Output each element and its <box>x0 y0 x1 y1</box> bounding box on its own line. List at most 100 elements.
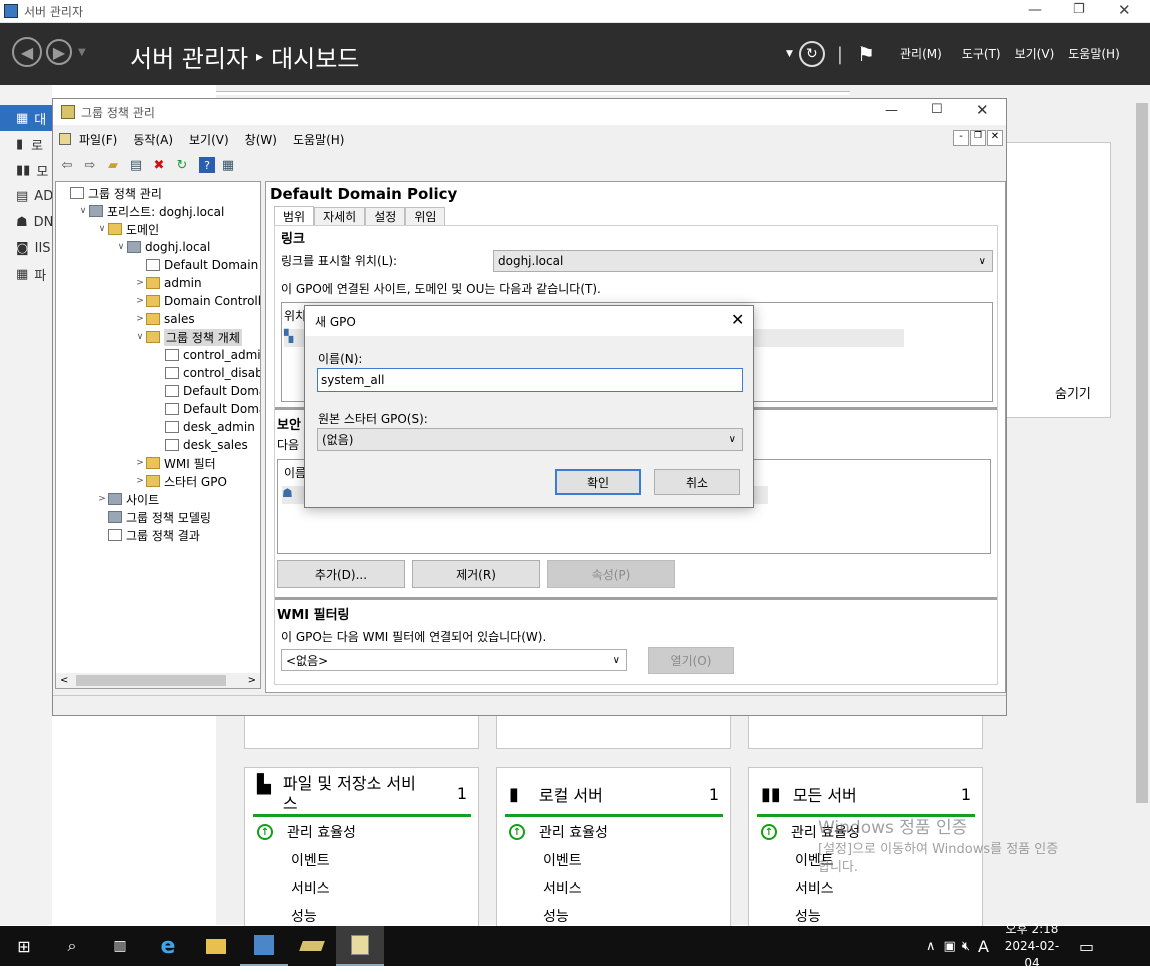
forward-icon[interactable]: ⇨ <box>80 155 100 175</box>
menu-help[interactable]: 도움말(H) <box>1068 45 1120 62</box>
expand-down-icon[interactable]: ∨ <box>77 206 89 216</box>
tile-row-services[interactable]: 서비스 <box>761 874 860 902</box>
tree-node[interactable]: > admin <box>134 274 201 292</box>
back-arrow-icon[interactable]: ◀ <box>12 37 42 67</box>
restore-icon[interactable]: ❐ <box>1073 2 1085 17</box>
tile-row-events[interactable]: 이벤트 <box>257 846 356 874</box>
tree-node[interactable]: Default Domain <box>153 400 260 418</box>
menu-tools[interactable]: 도구(T) <box>962 45 1001 62</box>
notification-flag-icon[interactable]: ⚑ <box>857 42 875 66</box>
menu-view[interactable]: 보기(V) <box>1015 45 1055 62</box>
sidebar-item-dashboard[interactable]: ▦ 대 <box>0 105 52 131</box>
clock[interactable]: 오후 2:18 2024-02-04 <box>999 921 1065 972</box>
tile-row-services[interactable]: 서비스 <box>509 874 608 902</box>
tree-node[interactable]: > Domain Controllers <box>134 292 260 310</box>
task-view-icon[interactable]: ▥ <box>96 926 144 966</box>
tree-node[interactable]: > WMI 필터 <box>134 454 215 472</box>
dashboard-scrollbar[interactable] <box>1134 85 1150 925</box>
history-dropdown-icon[interactable]: ▼ <box>78 47 86 58</box>
tree-node[interactable]: > 스타터 GPO <box>134 472 227 490</box>
tile-row-manageability[interactable]: ↑ 관리 효율성 <box>257 818 356 846</box>
tile-row-events[interactable]: 이벤트 <box>509 846 608 874</box>
tile-row-services[interactable]: 서비스 <box>257 874 356 902</box>
links-column-header[interactable]: 위치 <box>284 307 306 324</box>
maximize-icon[interactable]: ☐ <box>931 102 943 117</box>
cancel-button[interactable]: 취소 <box>654 469 740 495</box>
tree-node[interactable]: ∨ doghj.local <box>115 238 211 256</box>
breadcrumb-app[interactable]: 서버 관리자 <box>130 39 248 74</box>
tree-node[interactable]: control_disable_ <box>153 364 260 382</box>
menu-window[interactable]: 창(W) <box>237 131 285 148</box>
sidebar-item-all-servers[interactable]: ▮▮ 모 <box>0 157 52 183</box>
properties-button[interactable]: 속성(P) <box>547 560 675 588</box>
tree-node[interactable]: > 사이트 <box>96 490 159 508</box>
expand-right-icon[interactable]: > <box>134 278 146 288</box>
wmi-filter-select[interactable]: <없음> ∨ <box>281 649 627 671</box>
show-hide-tree-icon[interactable]: ▤ <box>126 155 146 175</box>
security-column-header[interactable]: 이름 <box>284 464 306 481</box>
starter-gpo-select[interactable]: (없음) ∨ <box>317 428 743 451</box>
tree-node[interactable]: desk_sales <box>153 436 248 454</box>
close-icon[interactable]: ✕ <box>976 101 989 119</box>
scroll-thumb[interactable] <box>1136 103 1148 803</box>
tree-node[interactable]: ∨ 그룹 정책 개체 <box>134 328 242 346</box>
internet-explorer-icon[interactable]: e <box>144 926 192 966</box>
expand-down-icon[interactable]: ∨ <box>96 224 108 234</box>
sidebar-item-local-server[interactable]: ▮ 로 <box>0 131 52 157</box>
scroll-left-icon[interactable]: < <box>60 675 68 686</box>
expand-down-icon[interactable]: ∨ <box>134 332 146 342</box>
menu-manage[interactable]: 관리(M) <box>900 45 942 62</box>
forward-arrow-icon[interactable]: ▶ <box>46 39 72 65</box>
sidebar-item-file[interactable]: ▦ 파 <box>0 261 52 287</box>
tree-hscrollbar[interactable]: < > <box>56 673 260 688</box>
expand-right-icon[interactable]: > <box>134 458 146 468</box>
remove-button[interactable]: 제거(R) <box>412 560 540 588</box>
tile-row-manageability[interactable]: ↑ 관리 효율성 <box>509 818 608 846</box>
up-folder-icon[interactable]: ▰ <box>103 155 123 175</box>
file-explorer-icon[interactable] <box>192 926 240 966</box>
action-center-icon[interactable]: ▭ <box>1079 937 1094 956</box>
search-icon[interactable]: ⌕ <box>48 926 96 966</box>
mdi-minimize-icon[interactable]: - <box>953 130 969 146</box>
mdi-close-icon[interactable]: ✕ <box>987 130 1003 146</box>
minimize-icon[interactable]: — <box>1028 2 1042 18</box>
tree-node[interactable]: Default Domain <box>153 382 260 400</box>
tree-node[interactable]: ∨ 도메인 <box>96 220 159 238</box>
expand-right-icon[interactable]: > <box>134 476 146 486</box>
tab-details[interactable]: 자세히 <box>314 207 366 225</box>
network-icon[interactable]: ▣ <box>944 939 956 954</box>
tree-node[interactable]: ∨ 포리스트: doghj.local <box>77 202 225 220</box>
volume-muted-icon[interactable]: 🔇︎ <box>962 939 970 954</box>
sidebar-item-iis[interactable]: ◙ IIS <box>0 235 52 261</box>
menu-view[interactable]: 보기(V) <box>181 131 237 148</box>
expand-right-icon[interactable]: > <box>134 314 146 324</box>
refresh-dropdown-icon[interactable]: ▼ <box>786 49 793 59</box>
refresh-icon[interactable]: ↻ <box>798 41 825 67</box>
minimize-icon[interactable]: — <box>885 103 898 118</box>
close-icon[interactable]: ✕ <box>731 310 744 329</box>
tree-node[interactable]: 그룹 정책 결과 <box>96 526 200 544</box>
server-manager-taskbar-icon[interactable] <box>240 926 288 966</box>
help-icon[interactable]: ? <box>199 157 215 173</box>
tab-delegation[interactable]: 위임 <box>405 207 446 225</box>
tree-node[interactable]: Default Domain Po <box>134 256 260 274</box>
sidebar-item-ad[interactable]: ▤ AD <box>0 183 53 209</box>
gpo-name-input[interactable] <box>317 368 743 392</box>
tree-node[interactable]: 그룹 정책 모델링 <box>96 508 211 526</box>
scroll-right-icon[interactable]: > <box>248 675 256 686</box>
gpmc-taskbar-icon[interactable] <box>336 926 384 966</box>
menu-action[interactable]: 동작(A) <box>125 131 181 148</box>
tree-node[interactable]: desk_admin <box>153 418 255 436</box>
properties-icon[interactable]: ▦ <box>218 155 238 175</box>
menu-file[interactable]: 파일(F) <box>71 131 125 148</box>
mmc-doc-icon[interactable] <box>59 133 71 145</box>
hide-link[interactable]: 숨기기 <box>1055 383 1091 402</box>
sidebar-item-dns[interactable]: ☗ DN <box>0 209 53 235</box>
close-icon[interactable]: ✕ <box>1118 1 1131 19</box>
ad-tools-taskbar-icon[interactable] <box>288 926 336 966</box>
tab-settings[interactable]: 설정 <box>365 207 406 225</box>
mdi-restore-icon[interactable]: ❐ <box>970 130 986 146</box>
open-button[interactable]: 열기(O) <box>648 647 734 674</box>
tree-node[interactable]: > sales <box>134 310 194 328</box>
start-windows-icon[interactable]: ⊞ <box>0 926 48 966</box>
